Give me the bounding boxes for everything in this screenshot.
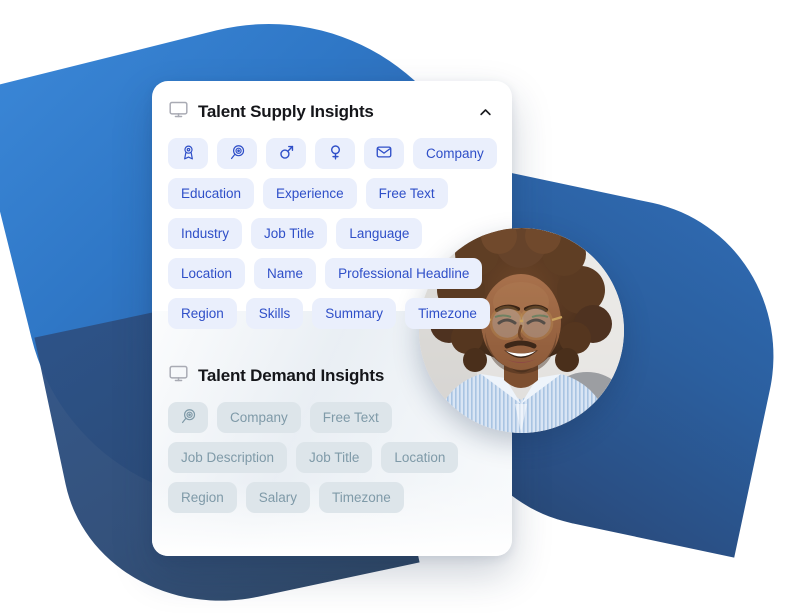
chip-professional-headline[interactable]: Professional Headline — [325, 258, 483, 289]
target-search-icon — [229, 144, 246, 164]
talent-demand-title: Talent Demand Insights — [198, 366, 385, 385]
chip-location[interactable]: Location — [381, 442, 459, 473]
chip-job-title[interactable]: Job Title — [251, 218, 328, 249]
chip-target-search[interactable] — [217, 138, 257, 169]
talent-demand-section: Talent Demand Insights Company Free Text… — [168, 363, 496, 513]
chip-company[interactable]: Company — [413, 138, 497, 169]
chip-summary[interactable]: Summary — [312, 298, 397, 329]
chip-row: Region Skills Summary Timezone — [168, 298, 496, 329]
female-gender-icon — [327, 144, 344, 164]
monitor-icon — [168, 99, 189, 125]
chip-timezone[interactable]: Timezone — [405, 298, 490, 329]
talent-supply-header: Talent Supply Insights — [168, 99, 496, 125]
chip-female-gender[interactable] — [315, 138, 355, 169]
chip-experience[interactable]: Experience — [263, 178, 357, 209]
chip-row: Education Experience Free Text — [168, 178, 496, 209]
chip-salary[interactable]: Salary — [245, 482, 311, 513]
chip-row: Company Free Text — [168, 402, 496, 433]
monitor-icon — [168, 363, 189, 389]
chip-row: Company — [168, 138, 497, 169]
chip-location[interactable]: Location — [168, 258, 246, 289]
chip-target-search[interactable] — [168, 402, 208, 433]
chip-language[interactable]: Language — [336, 218, 423, 249]
chip-job-description[interactable]: Job Description — [168, 442, 288, 473]
chip-industry[interactable]: Industry — [168, 218, 243, 249]
chip-free-text[interactable]: Free Text — [309, 402, 392, 433]
insights-card: Talent Supply Insights Company Education… — [152, 81, 512, 556]
talent-supply-section: Talent Supply Insights Company Education… — [168, 99, 497, 329]
chip-row: Region Salary Timezone — [168, 482, 496, 513]
chip-male-gender[interactable] — [266, 138, 306, 169]
chip-region[interactable]: Region — [168, 482, 237, 513]
talent-demand-chip-list: Company Free Text Job Description Job Ti… — [168, 402, 496, 513]
male-gender-icon — [278, 144, 295, 164]
chip-timezone[interactable]: Timezone — [319, 482, 404, 513]
illustration-stage: Talent Supply Insights Company Education… — [0, 0, 800, 613]
chip-name[interactable]: Name — [254, 258, 317, 289]
chip-company[interactable]: Company — [217, 402, 301, 433]
chip-education[interactable]: Education — [168, 178, 255, 209]
chip-job-title[interactable]: Job Title — [296, 442, 373, 473]
chip-skills[interactable]: Skills — [245, 298, 304, 329]
talent-supply-chip-list: Company Education Experience Free Text I… — [168, 138, 497, 329]
chip-award-badge[interactable] — [168, 138, 208, 169]
target-search-icon — [180, 408, 197, 428]
award-badge-icon — [180, 144, 197, 164]
chip-email[interactable] — [364, 138, 404, 169]
email-envelope-icon — [375, 143, 393, 164]
talent-supply-title: Talent Supply Insights — [198, 102, 374, 121]
chip-row: Location Name Professional Headline — [168, 258, 496, 289]
chip-region[interactable]: Region — [168, 298, 237, 329]
chip-row: Industry Job Title Language — [168, 218, 496, 249]
chevron-up-icon[interactable] — [474, 101, 496, 123]
talent-demand-header: Talent Demand Insights — [168, 363, 496, 389]
chip-free-text[interactable]: Free Text — [365, 178, 448, 209]
chip-row: Job Description Job Title Location — [168, 442, 496, 473]
